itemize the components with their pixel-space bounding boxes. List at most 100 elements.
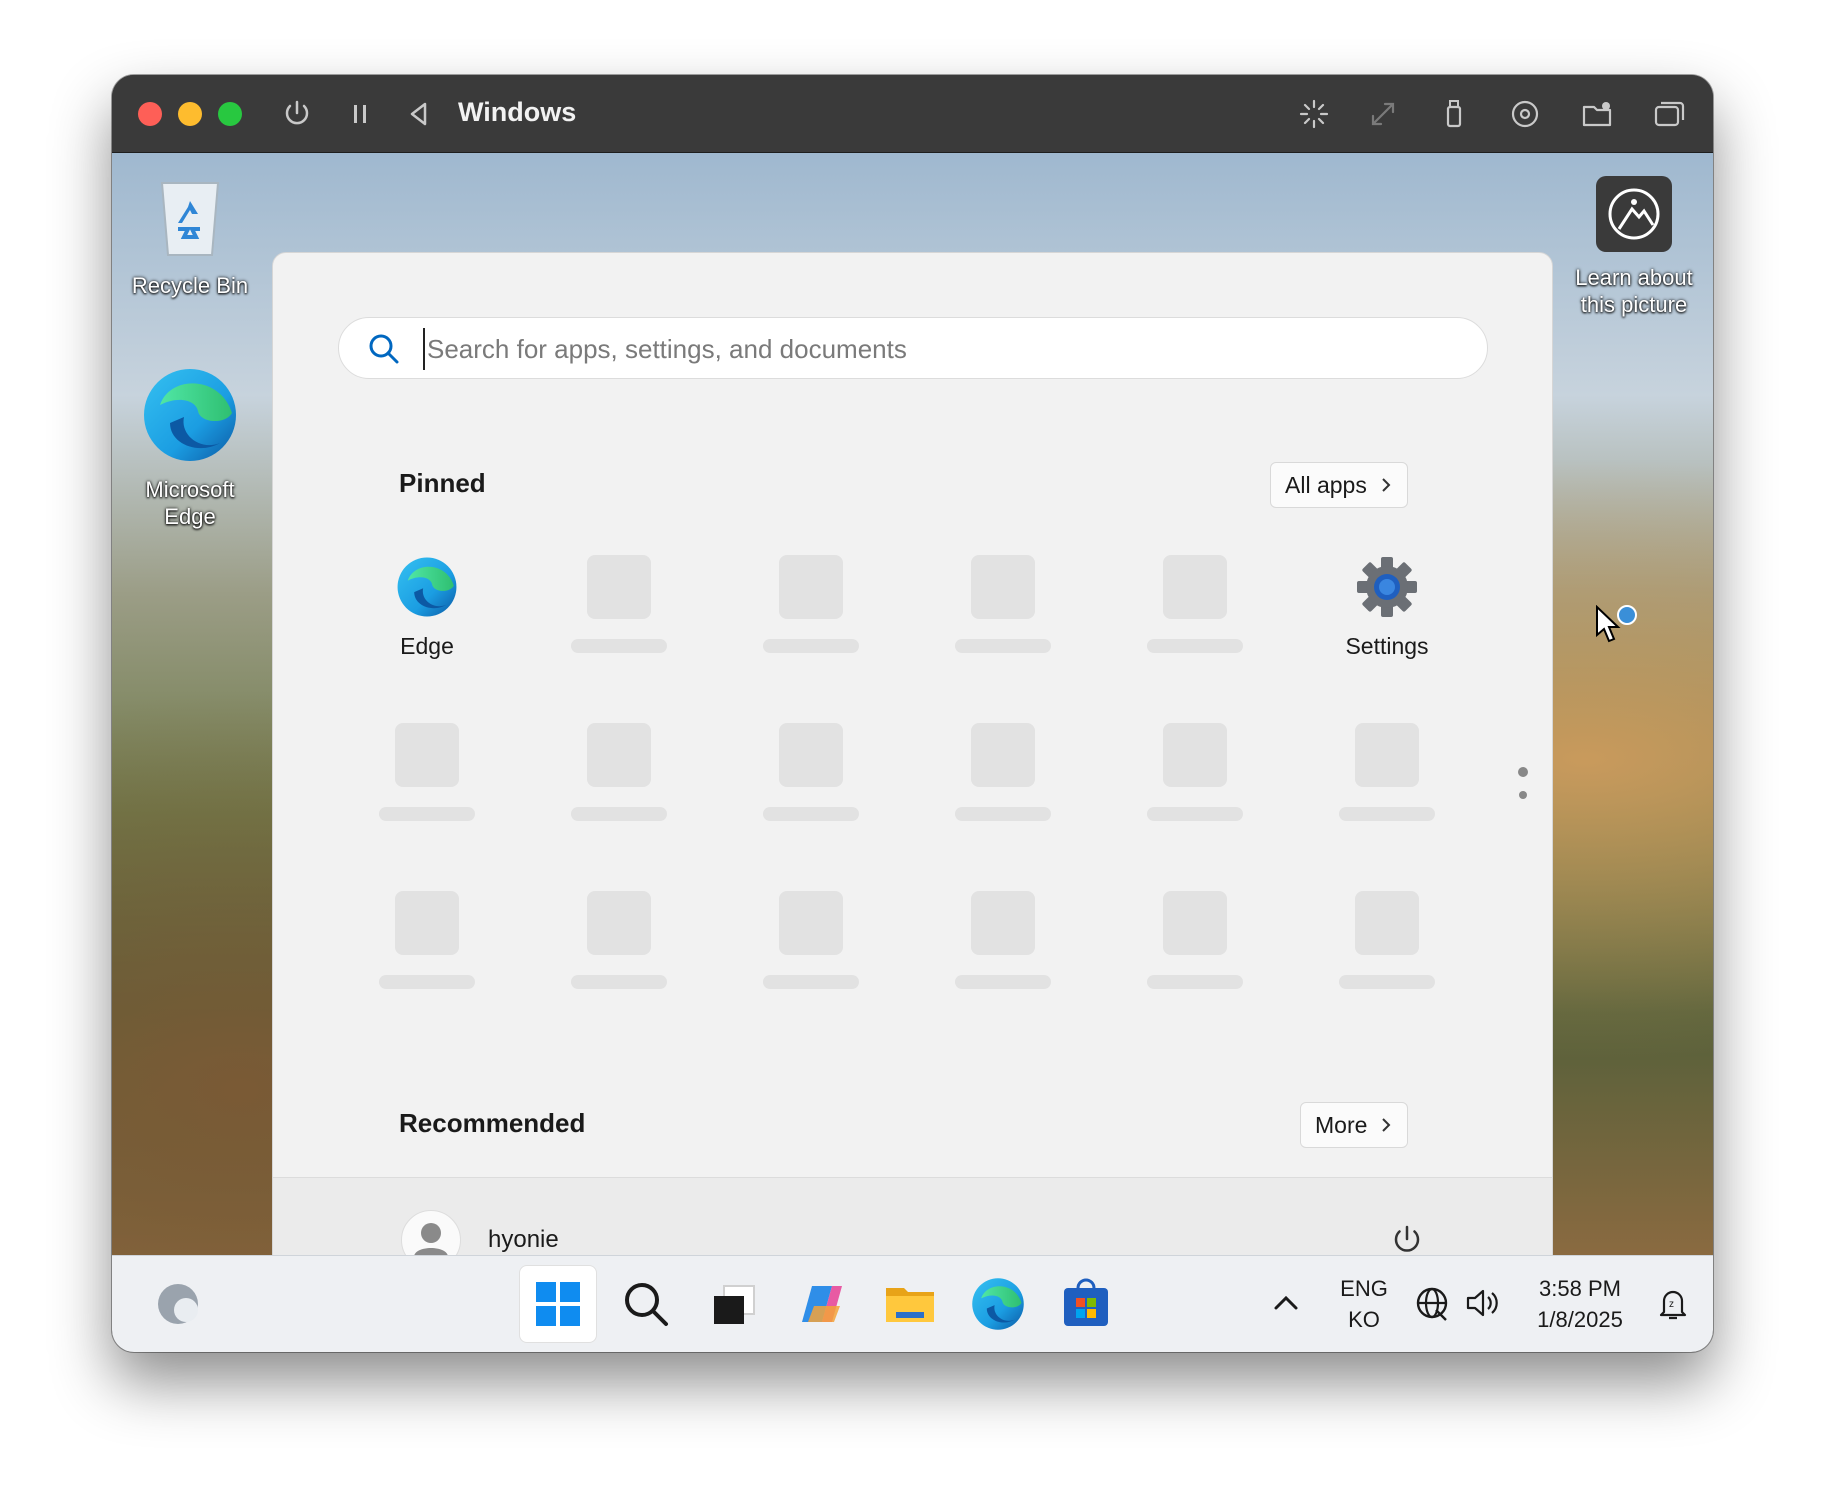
skeleton-icon — [779, 891, 843, 955]
skeleton-icon — [971, 555, 1035, 619]
vm-titlebar: Windows — [112, 75, 1713, 153]
skeleton-label — [955, 975, 1051, 989]
pinned-app-label: Edge — [400, 633, 454, 659]
skeleton-label — [571, 975, 667, 989]
desktop-icon-label: Learn about this picture — [1575, 265, 1693, 317]
skeleton-icon — [395, 723, 459, 787]
skeleton-label — [1147, 975, 1243, 989]
pinned-app-placeholder — [367, 891, 487, 1021]
more-button[interactable]: More — [1300, 1102, 1409, 1148]
skeleton-label — [379, 975, 475, 989]
skeleton-label — [571, 639, 667, 653]
skeleton-label — [763, 807, 859, 821]
skeleton-icon — [779, 723, 843, 787]
minimize-window-button[interactable] — [178, 102, 202, 126]
desktop-icon-learn-about-picture[interactable]: Learn about this picture — [1564, 175, 1704, 318]
search-icon — [369, 334, 399, 364]
pause-icon[interactable] — [343, 97, 377, 131]
zoom-window-button[interactable] — [218, 102, 242, 126]
desktop-icon-recycle-bin[interactable]: Recycle Bin — [120, 171, 260, 300]
more-label: More — [1315, 1111, 1368, 1138]
skeleton-label — [955, 639, 1051, 653]
resize-icon[interactable] — [1366, 97, 1400, 131]
task-view-icon[interactable] — [706, 1276, 762, 1332]
all-apps-button[interactable]: All apps — [1270, 462, 1408, 508]
pinned-app-placeholder — [367, 723, 487, 853]
skeleton-icon — [1163, 891, 1227, 955]
start-search-box[interactable] — [338, 317, 1488, 379]
recommended-title: Recommended — [399, 1108, 586, 1138]
page-indicator-dot[interactable] — [1518, 767, 1528, 777]
close-window-button[interactable] — [138, 102, 162, 126]
pinned-app-placeholder — [751, 723, 871, 853]
pinned-app-placeholder — [943, 891, 1063, 1021]
brightness-icon[interactable] — [1297, 97, 1331, 131]
windows-overlay-icon[interactable] — [1652, 97, 1686, 131]
pinned-app-placeholder — [1327, 723, 1447, 853]
skeleton-label — [571, 807, 667, 821]
chevron-right-icon — [1382, 478, 1391, 492]
skeleton-icon — [971, 723, 1035, 787]
power-icon[interactable] — [1389, 1222, 1425, 1258]
pinned-app-settings[interactable]: Settings — [1327, 555, 1447, 685]
page-indicator-dot[interactable] — [1519, 791, 1527, 799]
language-primary: ENG — [1340, 1276, 1388, 1301]
user-name[interactable]: hyonie — [488, 1226, 559, 1254]
skeleton-icon — [779, 555, 843, 619]
shared-folder-icon[interactable] — [1580, 97, 1614, 131]
skeleton-icon — [1355, 891, 1419, 955]
chevron-up-icon[interactable] — [1264, 1280, 1308, 1324]
notifications-bell-icon[interactable]: z — [1652, 1282, 1694, 1324]
skeleton-icon — [1355, 723, 1419, 787]
edge-icon — [144, 369, 236, 461]
skeleton-icon — [395, 891, 459, 955]
start-icon[interactable] — [530, 1276, 586, 1332]
usb-icon[interactable] — [1437, 97, 1471, 131]
input-language-indicator[interactable]: ENG KO — [1324, 1274, 1404, 1336]
mouse-cursor-icon — [1595, 604, 1639, 650]
pinned-app-placeholder — [559, 555, 679, 685]
skeleton-label — [955, 807, 1051, 821]
volume-icon[interactable] — [1462, 1282, 1504, 1324]
pinned-app-placeholder — [1135, 555, 1255, 685]
disc-icon[interactable] — [1508, 97, 1542, 131]
start-menu: Pinned All apps Edge — [272, 252, 1553, 1304]
window-title: Windows — [458, 97, 577, 127]
desktop-icon-label: Microsoft Edge — [145, 477, 235, 529]
power-icon[interactable] — [280, 97, 314, 131]
search-input[interactable] — [423, 328, 1443, 370]
skeleton-icon — [971, 891, 1035, 955]
pinned-app-placeholder — [943, 555, 1063, 685]
skeleton-label — [1339, 975, 1435, 989]
search-icon[interactable] — [618, 1276, 674, 1332]
learn-picture-icon — [1596, 176, 1672, 252]
pinned-app-placeholder — [1135, 891, 1255, 1021]
network-globe-icon[interactable] — [1412, 1282, 1454, 1324]
pinned-app-placeholder — [559, 723, 679, 853]
back-icon[interactable] — [402, 97, 436, 131]
pinned-app-placeholder — [943, 723, 1063, 853]
skeleton-label — [763, 975, 859, 989]
pinned-title: Pinned — [399, 468, 486, 498]
desktop-icon-microsoft-edge[interactable]: Microsoft Edge — [120, 365, 260, 530]
clock-date: 1/8/2025 — [1537, 1306, 1623, 1332]
skeleton-label — [1147, 807, 1243, 821]
desktop-icon-label: Recycle Bin — [131, 273, 249, 299]
skeleton-label — [763, 639, 859, 653]
file-explorer-icon[interactable] — [882, 1276, 938, 1332]
pinned-app-placeholder — [1327, 891, 1447, 1021]
skeleton-icon — [587, 891, 651, 955]
chevron-right-icon — [1382, 1118, 1391, 1132]
weather-widget-icon[interactable] — [152, 1276, 208, 1332]
store-icon[interactable] — [1058, 1276, 1114, 1332]
edge-icon[interactable] — [970, 1276, 1026, 1332]
clock[interactable]: 3:58 PM 1/8/2025 — [1520, 1274, 1640, 1336]
svg-text:z: z — [1669, 1299, 1674, 1310]
skeleton-icon — [1163, 555, 1227, 619]
all-apps-label: All apps — [1285, 471, 1367, 498]
desktop: Recycle Bin Microsoft Edge Learn about t… — [112, 153, 1713, 1304]
skeleton-label — [1147, 639, 1243, 653]
edge-icon — [397, 557, 457, 617]
copilot-icon[interactable] — [794, 1276, 850, 1332]
pinned-app-edge[interactable]: Edge — [367, 555, 487, 685]
